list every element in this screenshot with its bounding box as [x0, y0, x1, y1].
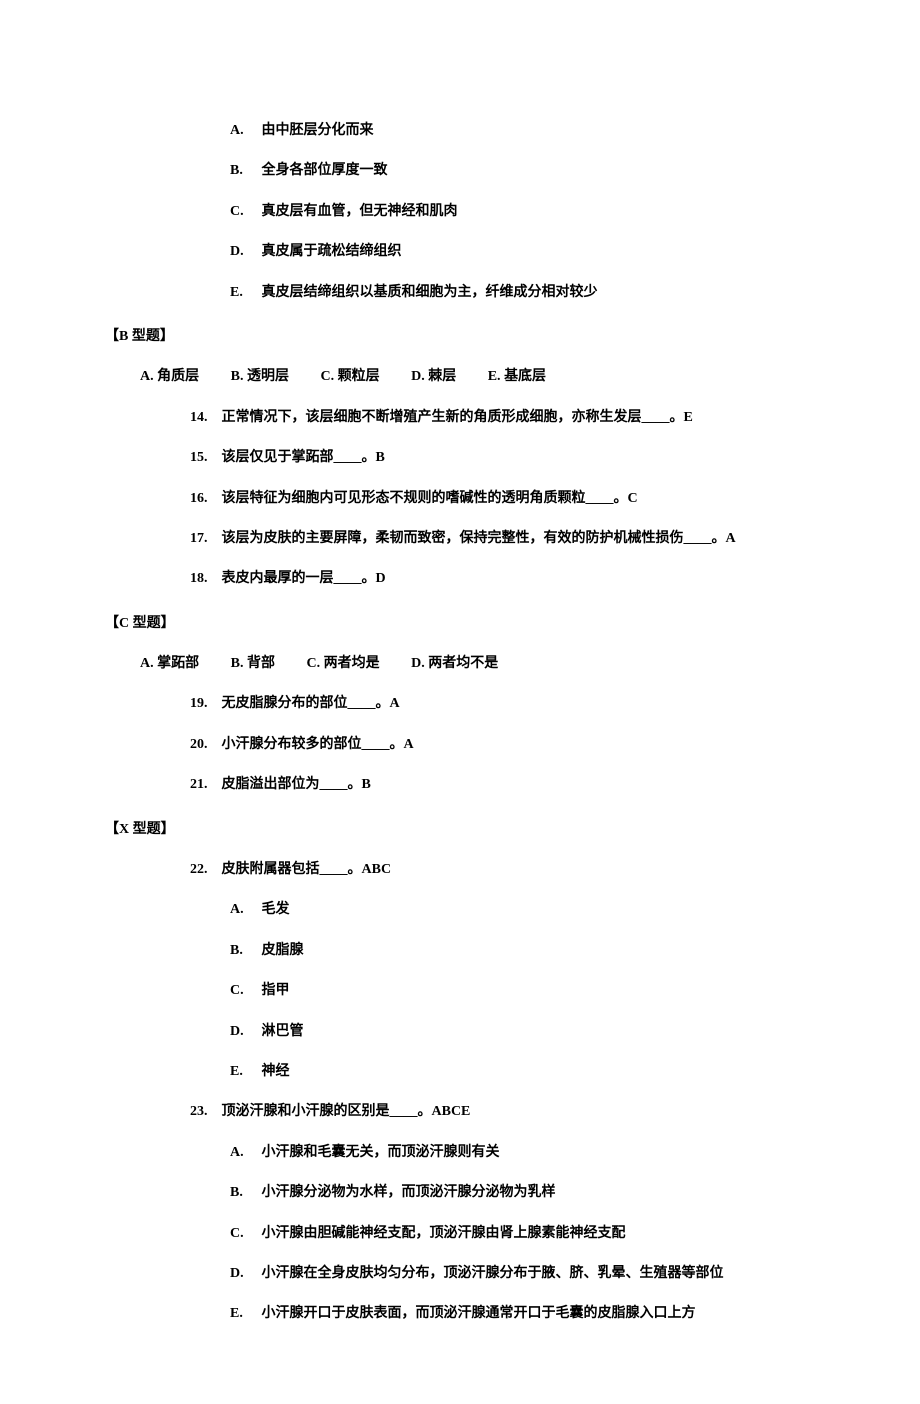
q23-option-d: D. 小汗腺在全身皮肤均匀分布，顶泌汗腺分布于腋、脐、乳晕、生殖器等部位: [80, 1263, 840, 1285]
section-b-header: 【B 型题】: [80, 326, 840, 348]
q22-option-c: C. 指甲: [80, 980, 840, 1002]
question-19: 19. 无皮脂腺分布的部位____。A: [80, 693, 840, 715]
top-option-b: B. 全身各部位厚度一致: [80, 160, 840, 182]
exam-page: A. 由中胚层分化而来 B. 全身各部位厚度一致 C. 真皮层有血管，但无神经和…: [0, 0, 920, 1404]
question-text: 该层特征为细胞内可见形态不规则的嗜碱性的透明角质颗粒____。C: [222, 491, 638, 506]
option-text: 小汗腺在全身皮肤均匀分布，顶泌汗腺分布于腋、脐、乳晕、生殖器等部位: [262, 1266, 724, 1281]
top-option-c: C. 真皮层有血管，但无神经和肌肉: [80, 201, 840, 223]
choice-c: C. 两者均是: [306, 656, 379, 671]
choice-d: D. 两者均不是: [411, 656, 498, 671]
question-number: 20.: [190, 734, 218, 756]
choice-e: E. 基底层: [488, 369, 546, 384]
option-text: 真皮属于疏松结缔组织: [262, 244, 402, 259]
question-text: 该层仅见于掌跖部____。B: [222, 450, 385, 465]
option-marker: A.: [230, 1142, 258, 1164]
option-marker: C.: [230, 201, 258, 223]
question-number: 15.: [190, 447, 218, 469]
top-option-d: D. 真皮属于疏松结缔组织: [80, 241, 840, 263]
option-marker: C.: [230, 1223, 258, 1245]
top-option-e: E. 真皮层结缔组织以基质和细胞为主，纤维成分相对较少: [80, 282, 840, 304]
question-number: 16.: [190, 488, 218, 510]
q22-option-d: D. 淋巴管: [80, 1021, 840, 1043]
option-marker: B.: [230, 160, 258, 182]
section-x-header: 【X 型题】: [80, 819, 840, 841]
option-text: 真皮层结缔组织以基质和细胞为主，纤维成分相对较少: [262, 285, 598, 300]
question-text: 正常情况下，该层细胞不断增殖产生新的角质形成细胞，亦称生发层____。E: [222, 410, 693, 425]
question-22: 22. 皮肤附属器包括____。ABC: [80, 859, 840, 881]
choice-a: A. 掌跖部: [140, 656, 199, 671]
choice-c: C. 颗粒层: [320, 369, 379, 384]
question-23: 23. 顶泌汗腺和小汗腺的区别是____。ABCE: [80, 1101, 840, 1123]
choice-a: A. 角质层: [140, 369, 199, 384]
option-text: 小汗腺由胆碱能神经支配，顶泌汗腺由肾上腺素能神经支配: [262, 1226, 626, 1241]
question-16: 16. 该层特征为细胞内可见形态不规则的嗜碱性的透明角质颗粒____。C: [80, 488, 840, 510]
q23-option-b: B. 小汗腺分泌物为水样，而顶泌汗腺分泌物为乳样: [80, 1182, 840, 1204]
question-text: 小汗腺分布较多的部位____。A: [222, 737, 414, 752]
option-text: 指甲: [262, 983, 290, 998]
question-text: 皮肤附属器包括____。ABC: [222, 862, 392, 877]
option-text: 小汗腺和毛囊无关，而顶泌汗腺则有关: [262, 1145, 500, 1160]
q22-option-a: A. 毛发: [80, 899, 840, 921]
option-marker: E.: [230, 282, 258, 304]
option-text: 毛发: [262, 902, 290, 917]
option-text: 淋巴管: [262, 1024, 304, 1039]
option-marker: A.: [230, 899, 258, 921]
question-text: 顶泌汗腺和小汗腺的区别是____。ABCE: [222, 1104, 471, 1119]
q23-option-c: C. 小汗腺由胆碱能神经支配，顶泌汗腺由肾上腺素能神经支配: [80, 1223, 840, 1245]
question-20: 20. 小汗腺分布较多的部位____。A: [80, 734, 840, 756]
option-text: 小汗腺开口于皮肤表面，而顶泌汗腺通常开口于毛囊的皮脂腺入口上方: [262, 1306, 696, 1321]
q22-option-b: B. 皮脂腺: [80, 940, 840, 962]
question-15: 15. 该层仅见于掌跖部____。B: [80, 447, 840, 469]
q22-option-e: E. 神经: [80, 1061, 840, 1083]
question-14: 14. 正常情况下，该层细胞不断增殖产生新的角质形成细胞，亦称生发层____。E: [80, 407, 840, 429]
option-text: 神经: [262, 1064, 290, 1079]
option-marker: B.: [230, 940, 258, 962]
q23-option-e: E. 小汗腺开口于皮肤表面，而顶泌汗腺通常开口于毛囊的皮脂腺入口上方: [80, 1303, 840, 1325]
top-option-a: A. 由中胚层分化而来: [80, 120, 840, 142]
option-text: 全身各部位厚度一致: [262, 163, 388, 178]
question-18: 18. 表皮内最厚的一层____。D: [80, 568, 840, 590]
question-number: 22.: [190, 859, 218, 881]
choice-b: B. 背部: [231, 656, 275, 671]
choice-d: D. 棘层: [411, 369, 456, 384]
question-number: 21.: [190, 774, 218, 796]
option-marker: C.: [230, 980, 258, 1002]
option-marker: D.: [230, 241, 258, 263]
question-21: 21. 皮脂溢出部位为____。B: [80, 774, 840, 796]
option-marker: D.: [230, 1263, 258, 1285]
question-text: 无皮脂腺分布的部位____。A: [222, 696, 400, 711]
question-number: 14.: [190, 407, 218, 429]
option-marker: E.: [230, 1061, 258, 1083]
option-marker: D.: [230, 1021, 258, 1043]
option-text: 真皮层有血管，但无神经和肌肉: [262, 204, 458, 219]
option-marker: E.: [230, 1303, 258, 1325]
question-number: 23.: [190, 1101, 218, 1123]
question-17: 17. 该层为皮肤的主要屏障，柔韧而致密，保持完整性，有效的防护机械性损伤___…: [80, 528, 840, 550]
question-text: 表皮内最厚的一层____。D: [222, 571, 386, 586]
option-text: 小汗腺分泌物为水样，而顶泌汗腺分泌物为乳样: [262, 1185, 556, 1200]
option-text: 由中胚层分化而来: [262, 123, 374, 138]
question-number: 18.: [190, 568, 218, 590]
question-number: 19.: [190, 693, 218, 715]
question-number: 17.: [190, 528, 218, 550]
question-text: 该层为皮肤的主要屏障，柔韧而致密，保持完整性，有效的防护机械性损伤____。A: [222, 531, 736, 546]
section-c-header: 【C 型题】: [80, 613, 840, 635]
option-marker: B.: [230, 1182, 258, 1204]
section-c-choices: A. 掌跖部 B. 背部 C. 两者均是 D. 两者均不是: [80, 653, 840, 675]
option-text: 皮脂腺: [262, 943, 304, 958]
q23-option-a: A. 小汗腺和毛囊无关，而顶泌汗腺则有关: [80, 1142, 840, 1164]
option-marker: A.: [230, 120, 258, 142]
question-text: 皮脂溢出部位为____。B: [222, 777, 371, 792]
section-b-choices: A. 角质层 B. 透明层 C. 颗粒层 D. 棘层 E. 基底层: [80, 366, 840, 388]
choice-b: B. 透明层: [231, 369, 289, 384]
